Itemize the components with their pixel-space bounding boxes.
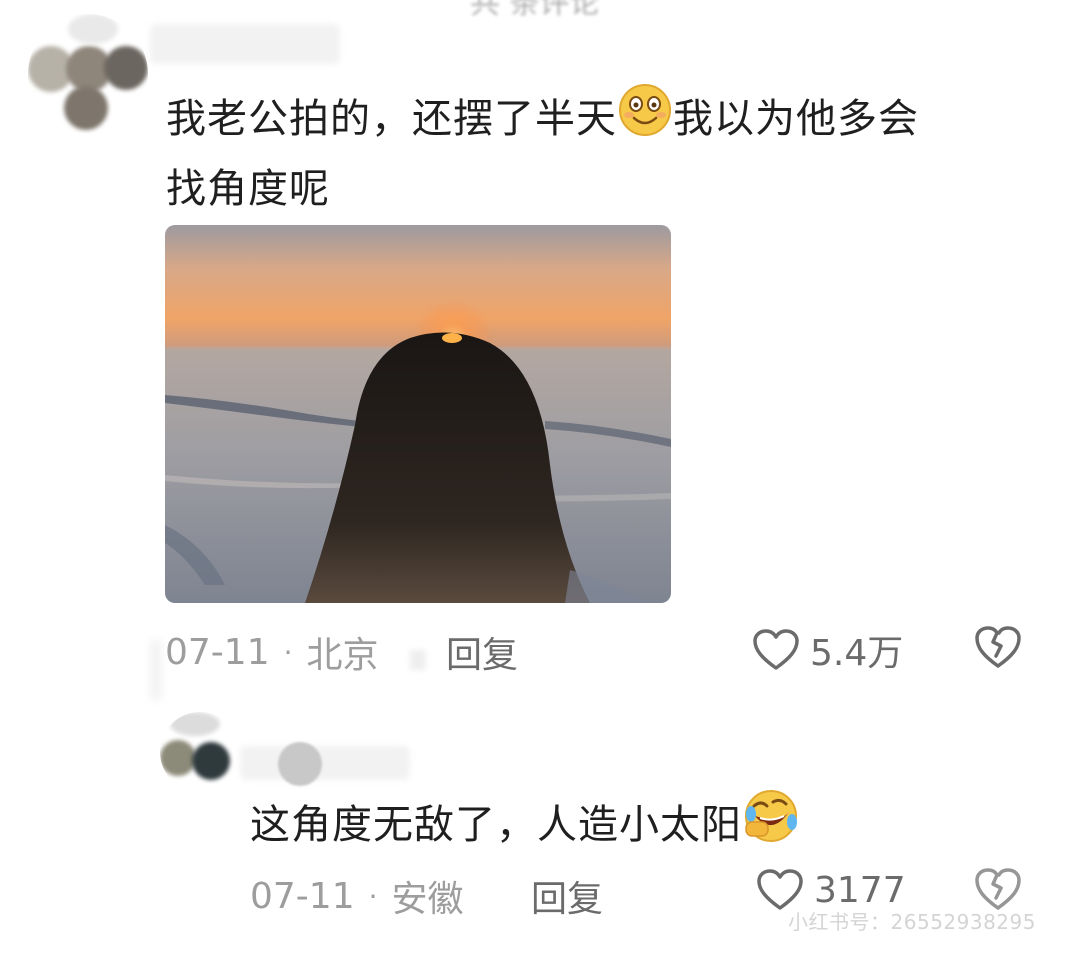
edge-shadow <box>150 640 162 700</box>
like-count: 5.4万 <box>810 633 904 674</box>
meta-separator: · <box>283 635 293 669</box>
meta-separator: · <box>368 879 378 913</box>
watermark: 小红书号：26552938295 <box>788 910 1036 934</box>
smiling-face-icon <box>617 82 673 157</box>
avatar[interactable] <box>160 712 240 792</box>
comment-location: 北京 <box>306 635 379 676</box>
reply-button[interactable]: 回复 <box>446 626 518 678</box>
comment-meta: 07-11 · 北京 <box>165 626 379 678</box>
comment-date: 07-11 <box>165 631 270 673</box>
like-button[interactable]: 5.4万 <box>752 624 903 676</box>
user-badge-icon <box>278 742 322 786</box>
comment-text: 我老公拍的，还摆了半天 我以为他多会 找角度呢 <box>166 82 1046 221</box>
comment-location: 安徽 <box>391 879 464 920</box>
dislike-button[interactable] <box>974 624 1022 674</box>
header-cutoff-text: 共 条评论 <box>470 0 600 21</box>
comment-thread-screen: 共 条评论 我老公拍的，还摆了半天 我以为他多会 找角度呢 07-11 · 北京… <box>0 0 1080 961</box>
faint-mark <box>410 650 426 670</box>
like-count: 3177 <box>814 869 906 911</box>
reply-button[interactable]: 回复 <box>531 870 603 922</box>
heart-outline-icon <box>753 629 799 670</box>
rolling-laughing-face-icon <box>742 788 800 863</box>
avatar[interactable] <box>28 14 148 134</box>
username-obscured <box>150 24 340 64</box>
username-obscured <box>240 746 410 780</box>
comment-meta: 07-11 · 安徽 <box>250 870 464 922</box>
comment-date: 07-11 <box>250 875 355 917</box>
comment-text: 这角度无敌了，人造小太阳 <box>250 788 1050 863</box>
comment-photo[interactable] <box>165 225 671 603</box>
broken-heart-icon <box>975 626 1021 668</box>
